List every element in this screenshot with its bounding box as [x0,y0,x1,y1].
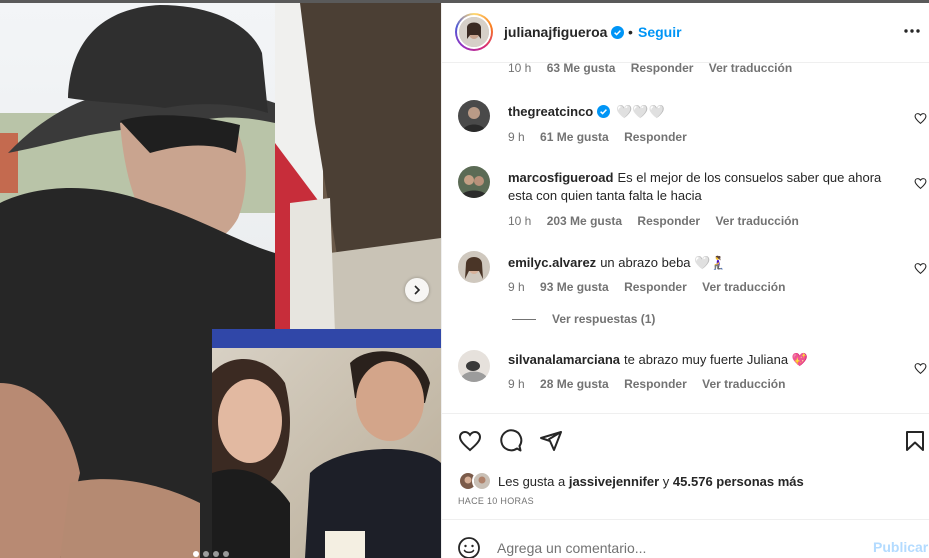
author-avatar[interactable] [455,13,493,51]
author-avatar-photo [459,17,489,47]
carousel-dot [223,551,229,557]
comment-text: un abrazo beba 🤍🧎‍♀️ [600,255,727,270]
post-header: julianajfigueroa • Seguir [442,3,929,63]
reply-button[interactable]: Responder [624,280,687,294]
reply-button[interactable]: Responder [624,130,687,144]
verified-badge-icon [611,26,625,39]
verified-badge-icon [597,105,611,118]
follow-button[interactable]: Seguir [638,24,682,40]
comment-meta: 10 h 203 Me gusta Responder Ver traducci… [508,214,811,228]
commenter-avatar[interactable] [458,251,490,283]
comment-time: 9 h [508,377,525,391]
comment-likes[interactable]: 61 Me gusta [540,130,609,144]
commenter-avatar[interactable] [458,100,490,132]
comment-like-heart-icon[interactable] [914,112,927,125]
comment-time: 10 h [508,63,532,75]
translate-button[interactable]: Ver traducción [702,377,785,391]
translate-button[interactable]: Ver traducción [715,214,798,228]
commenter-avatar[interactable] [458,166,490,198]
comment-likes[interactable]: 28 Me gusta [540,377,609,391]
translate-button[interactable]: Ver traducción [709,63,792,75]
likes-prefix: Les gusta a [498,473,566,489]
reply-button[interactable]: Responder [624,377,687,391]
likes-conjunction: y [662,473,670,489]
comment-input[interactable] [497,538,857,558]
comment-likes[interactable]: 93 Me gusta [540,280,609,294]
commenter-username[interactable]: silvanalamarciana [508,352,620,367]
commenter-username[interactable]: marcosfigueroad [508,170,613,185]
comment-meta: 10 h 63 Me gusta Responder Ver traducció… [508,63,804,75]
comment-meta: 9 h 28 Me gusta Responder Ver traducción [508,377,797,391]
reply-button[interactable]: Responder [631,63,694,75]
carousel-dot [193,551,199,557]
view-replies-label: Ver respuestas (1) [552,312,656,326]
comments-list[interactable]: 10 h 63 Me gusta Responder Ver traducció… [442,63,929,413]
liker-username[interactable]: jassivejennifer [569,474,659,489]
translate-button[interactable]: Ver traducción [702,280,785,294]
more-options-icon[interactable] [902,21,922,41]
commenter-avatar[interactable] [458,350,490,382]
comment-time: 9 h [508,130,525,144]
commenter-username[interactable]: thegreatcinco [508,104,593,119]
comment-meta: 9 h 61 Me gusta Responder [508,130,699,144]
comment-text: 🤍🤍🤍 [616,104,665,119]
likes-text: Les gusta a jassivejennifer y 45.576 per… [498,474,804,489]
carousel-dot [203,551,209,557]
chevron-right-icon [414,285,421,295]
comment-likes[interactable]: 203 Me gusta [547,214,622,228]
likes-summary: Les gusta a jassivejennifer y 45.576 per… [458,471,804,491]
bookmark-icon[interactable] [903,429,927,453]
heart-icon[interactable] [458,429,482,453]
author-username[interactable]: julianajfigueroa [504,24,625,40]
next-slide-button[interactable] [405,278,429,302]
liker-avatar[interactable] [472,471,492,491]
post-side-panel: julianajfigueroa • Seguir 10 h 63 Me gus… [441,3,929,558]
comment-like-heart-icon[interactable] [914,262,927,275]
share-icon[interactable] [539,429,563,453]
comment-body: silvanalamarciana te abrazo muy fuerte Ju… [508,351,908,369]
comment-time: 9 h [508,280,525,294]
comment-time: 10 h [508,214,532,228]
comment-body: thegreatcinco 🤍🤍🤍 [508,103,908,121]
comment-like-heart-icon[interactable] [914,362,927,375]
author-username-text: julianajfigueroa [504,24,608,40]
actions-divider [442,413,929,414]
likes-count[interactable]: 45.576 personas más [673,474,804,489]
comment-likes[interactable]: 63 Me gusta [547,63,616,75]
reply-button[interactable]: Responder [637,214,700,228]
post-media-carousel[interactable] [0,3,441,558]
comment-text: te abrazo muy fuerte Juliana 💖 [624,352,808,367]
comment-body: marcosfigueroad Es el mejor de los consue… [508,169,908,205]
emoji-icon[interactable] [457,536,481,558]
commenter-username[interactable]: emilyc.alvarez [508,255,596,270]
carousel-indicator [193,551,229,557]
replies-divider [512,318,536,320]
comment-body: emilyc.alvarez un abrazo beba 🤍🧎‍♀️ [508,254,908,272]
comment-icon[interactable] [499,429,523,453]
comment-meta: 9 h 93 Me gusta Responder Ver traducción [508,280,797,294]
header-separator: • [628,24,633,40]
carousel-dot [213,551,219,557]
view-replies-button[interactable]: Ver respuestas (1) [512,312,655,326]
post-photo-collage [0,3,441,558]
add-comment-bar: Publicar [442,519,929,558]
post-timestamp[interactable]: HACE 10 HORAS [458,496,534,506]
publish-button[interactable]: Publicar [873,539,928,555]
comment-like-heart-icon[interactable] [914,177,927,190]
